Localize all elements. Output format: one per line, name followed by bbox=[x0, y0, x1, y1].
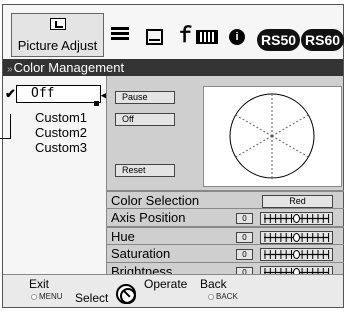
color-selection-value[interactable]: Red bbox=[262, 195, 333, 208]
color-wheel-icon bbox=[229, 93, 315, 179]
page-title: Color Management bbox=[13, 60, 125, 75]
check-icon: ✔ bbox=[5, 86, 16, 101]
back-key-icon bbox=[208, 294, 214, 300]
osd-menu-window: Picture Adjust ｆ i RS50 RS60 »Color Mana… bbox=[0, 4, 345, 308]
connector-line bbox=[0, 114, 11, 139]
tab-label: Picture Adjust bbox=[17, 38, 98, 53]
menu-title-bar: »Color Management bbox=[3, 59, 343, 76]
row-label: Axis Position bbox=[111, 210, 186, 225]
adjustment-rows: Color Selection Red Axis Position 0 Hue … bbox=[107, 190, 344, 280]
mode-option-custom3[interactable]: Custom3 bbox=[35, 140, 87, 155]
row-label: Hue bbox=[111, 229, 135, 244]
wrench-icon[interactable]: ｆ bbox=[175, 26, 195, 46]
info-icon[interactable]: i bbox=[229, 29, 245, 45]
button-guide-bar: Exit MENU Select Operate Back BACK bbox=[3, 274, 343, 307]
mode-option-custom1[interactable]: Custom1 bbox=[35, 110, 87, 125]
screen-icon[interactable] bbox=[146, 29, 163, 45]
operate-label: Operate bbox=[144, 277, 188, 291]
back-key-label: BACK bbox=[216, 292, 238, 301]
mode-list: ✔ Off ◀ Custom1 Custom2 Custom3 bbox=[0, 76, 106, 274]
off-button[interactable]: Off bbox=[115, 113, 175, 126]
hue-value: 0 bbox=[236, 232, 253, 243]
reset-button[interactable]: Reset bbox=[115, 164, 175, 177]
menu-key-hint: MENU bbox=[31, 292, 63, 301]
menu-key-icon bbox=[31, 294, 37, 300]
row-hue[interactable]: Hue 0 bbox=[107, 226, 344, 244]
saturation-slider[interactable] bbox=[260, 248, 333, 261]
pause-button[interactable]: Pause bbox=[115, 91, 175, 104]
slider-knob bbox=[293, 233, 300, 242]
back-key-hint: BACK bbox=[208, 292, 238, 301]
slider-knob bbox=[293, 250, 300, 259]
mode-select-current[interactable]: Off ◀ bbox=[16, 85, 106, 106]
color-management-panel: Pause Off Reset Color Selection Red Axis… bbox=[106, 76, 344, 279]
menu-toolbar: Picture Adjust ｆ i RS50 RS60 bbox=[3, 5, 345, 60]
row-color-selection[interactable]: Color Selection Red bbox=[107, 190, 344, 208]
model-badge-rs50: RS50 bbox=[257, 29, 301, 51]
back-label: Back bbox=[200, 277, 227, 291]
slider-knob bbox=[293, 214, 300, 223]
picture-icon bbox=[49, 18, 66, 30]
cursor-marker-icon bbox=[94, 101, 99, 106]
tab-picture-adjust[interactable]: Picture Adjust bbox=[11, 13, 104, 57]
grid-icon[interactable] bbox=[196, 30, 218, 44]
breadcrumb-chevron-icon: » bbox=[7, 64, 13, 75]
row-axis-position[interactable]: Axis Position 0 bbox=[107, 208, 344, 226]
sliders-icon[interactable] bbox=[111, 27, 129, 45]
row-saturation[interactable]: Saturation 0 bbox=[107, 244, 344, 262]
mode-select-value: Off bbox=[31, 86, 55, 101]
select-label: Select bbox=[75, 291, 109, 305]
hue-slider[interactable] bbox=[260, 231, 333, 244]
mode-option-custom2[interactable]: Custom2 bbox=[35, 125, 87, 140]
jog-dial-icon bbox=[116, 284, 136, 304]
row-label: Saturation bbox=[111, 246, 171, 261]
color-wheel-preview bbox=[203, 86, 342, 187]
menu-key-label: MENU bbox=[39, 292, 63, 301]
axis-position-slider[interactable] bbox=[260, 212, 333, 225]
saturation-value: 0 bbox=[236, 249, 253, 260]
axis-position-value: 0 bbox=[236, 213, 253, 224]
exit-label: Exit bbox=[29, 277, 50, 291]
model-badge-rs60: RS60 bbox=[301, 29, 345, 51]
row-label: Color Selection bbox=[111, 193, 200, 208]
